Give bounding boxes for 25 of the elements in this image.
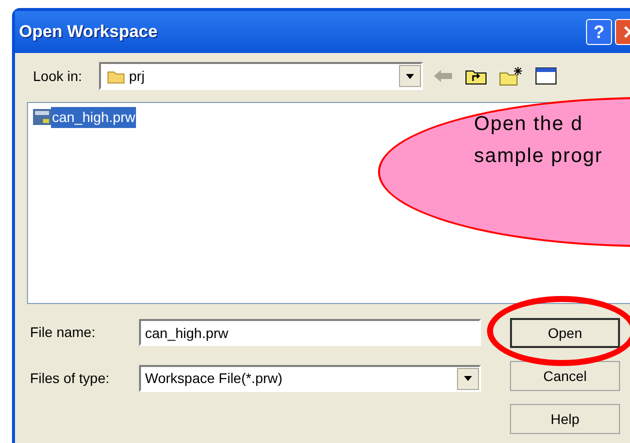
- look-in-label: Look in:: [33, 66, 84, 86]
- callout-text-line: Open the d: [474, 112, 584, 137]
- dropdown-button[interactable]: [399, 65, 421, 87]
- dialog-button[interactable]: Cancel: [510, 361, 620, 391]
- window-title: Open Workspace: [19, 21, 159, 44]
- dropdown-caret-icon: [464, 376, 472, 381]
- dropdown-button[interactable]: [457, 368, 479, 390]
- file-type-value: Workspace File(*.prw): [145, 369, 284, 388]
- dropdown-caret-icon: [406, 74, 414, 78]
- help-button[interactable]: ?: [586, 19, 612, 45]
- callout-text-line: sample progr: [474, 144, 603, 169]
- new-folder-icon[interactable]: [499, 66, 523, 86]
- dialog-button[interactable]: Help: [510, 404, 620, 434]
- file-type-dropdown[interactable]: Workspace File(*.prw): [139, 365, 481, 392]
- file-name-text: can_high.prw: [51, 106, 136, 128]
- file-type-label: Files of type:: [30, 369, 110, 388]
- workspace-file-icon: [33, 109, 51, 125]
- file-name-field[interactable]: can_high.prw: [139, 319, 481, 346]
- look-in-dropdown[interactable]: prj: [99, 62, 423, 90]
- dialog-button[interactable]: Open: [510, 318, 620, 348]
- folder-icon: [107, 68, 125, 84]
- file-item[interactable]: can_high.prw: [33, 108, 136, 126]
- file-name-label: File name:: [30, 323, 96, 342]
- view-menu-icon[interactable]: [535, 67, 557, 85]
- look-in-value: prj: [129, 66, 146, 86]
